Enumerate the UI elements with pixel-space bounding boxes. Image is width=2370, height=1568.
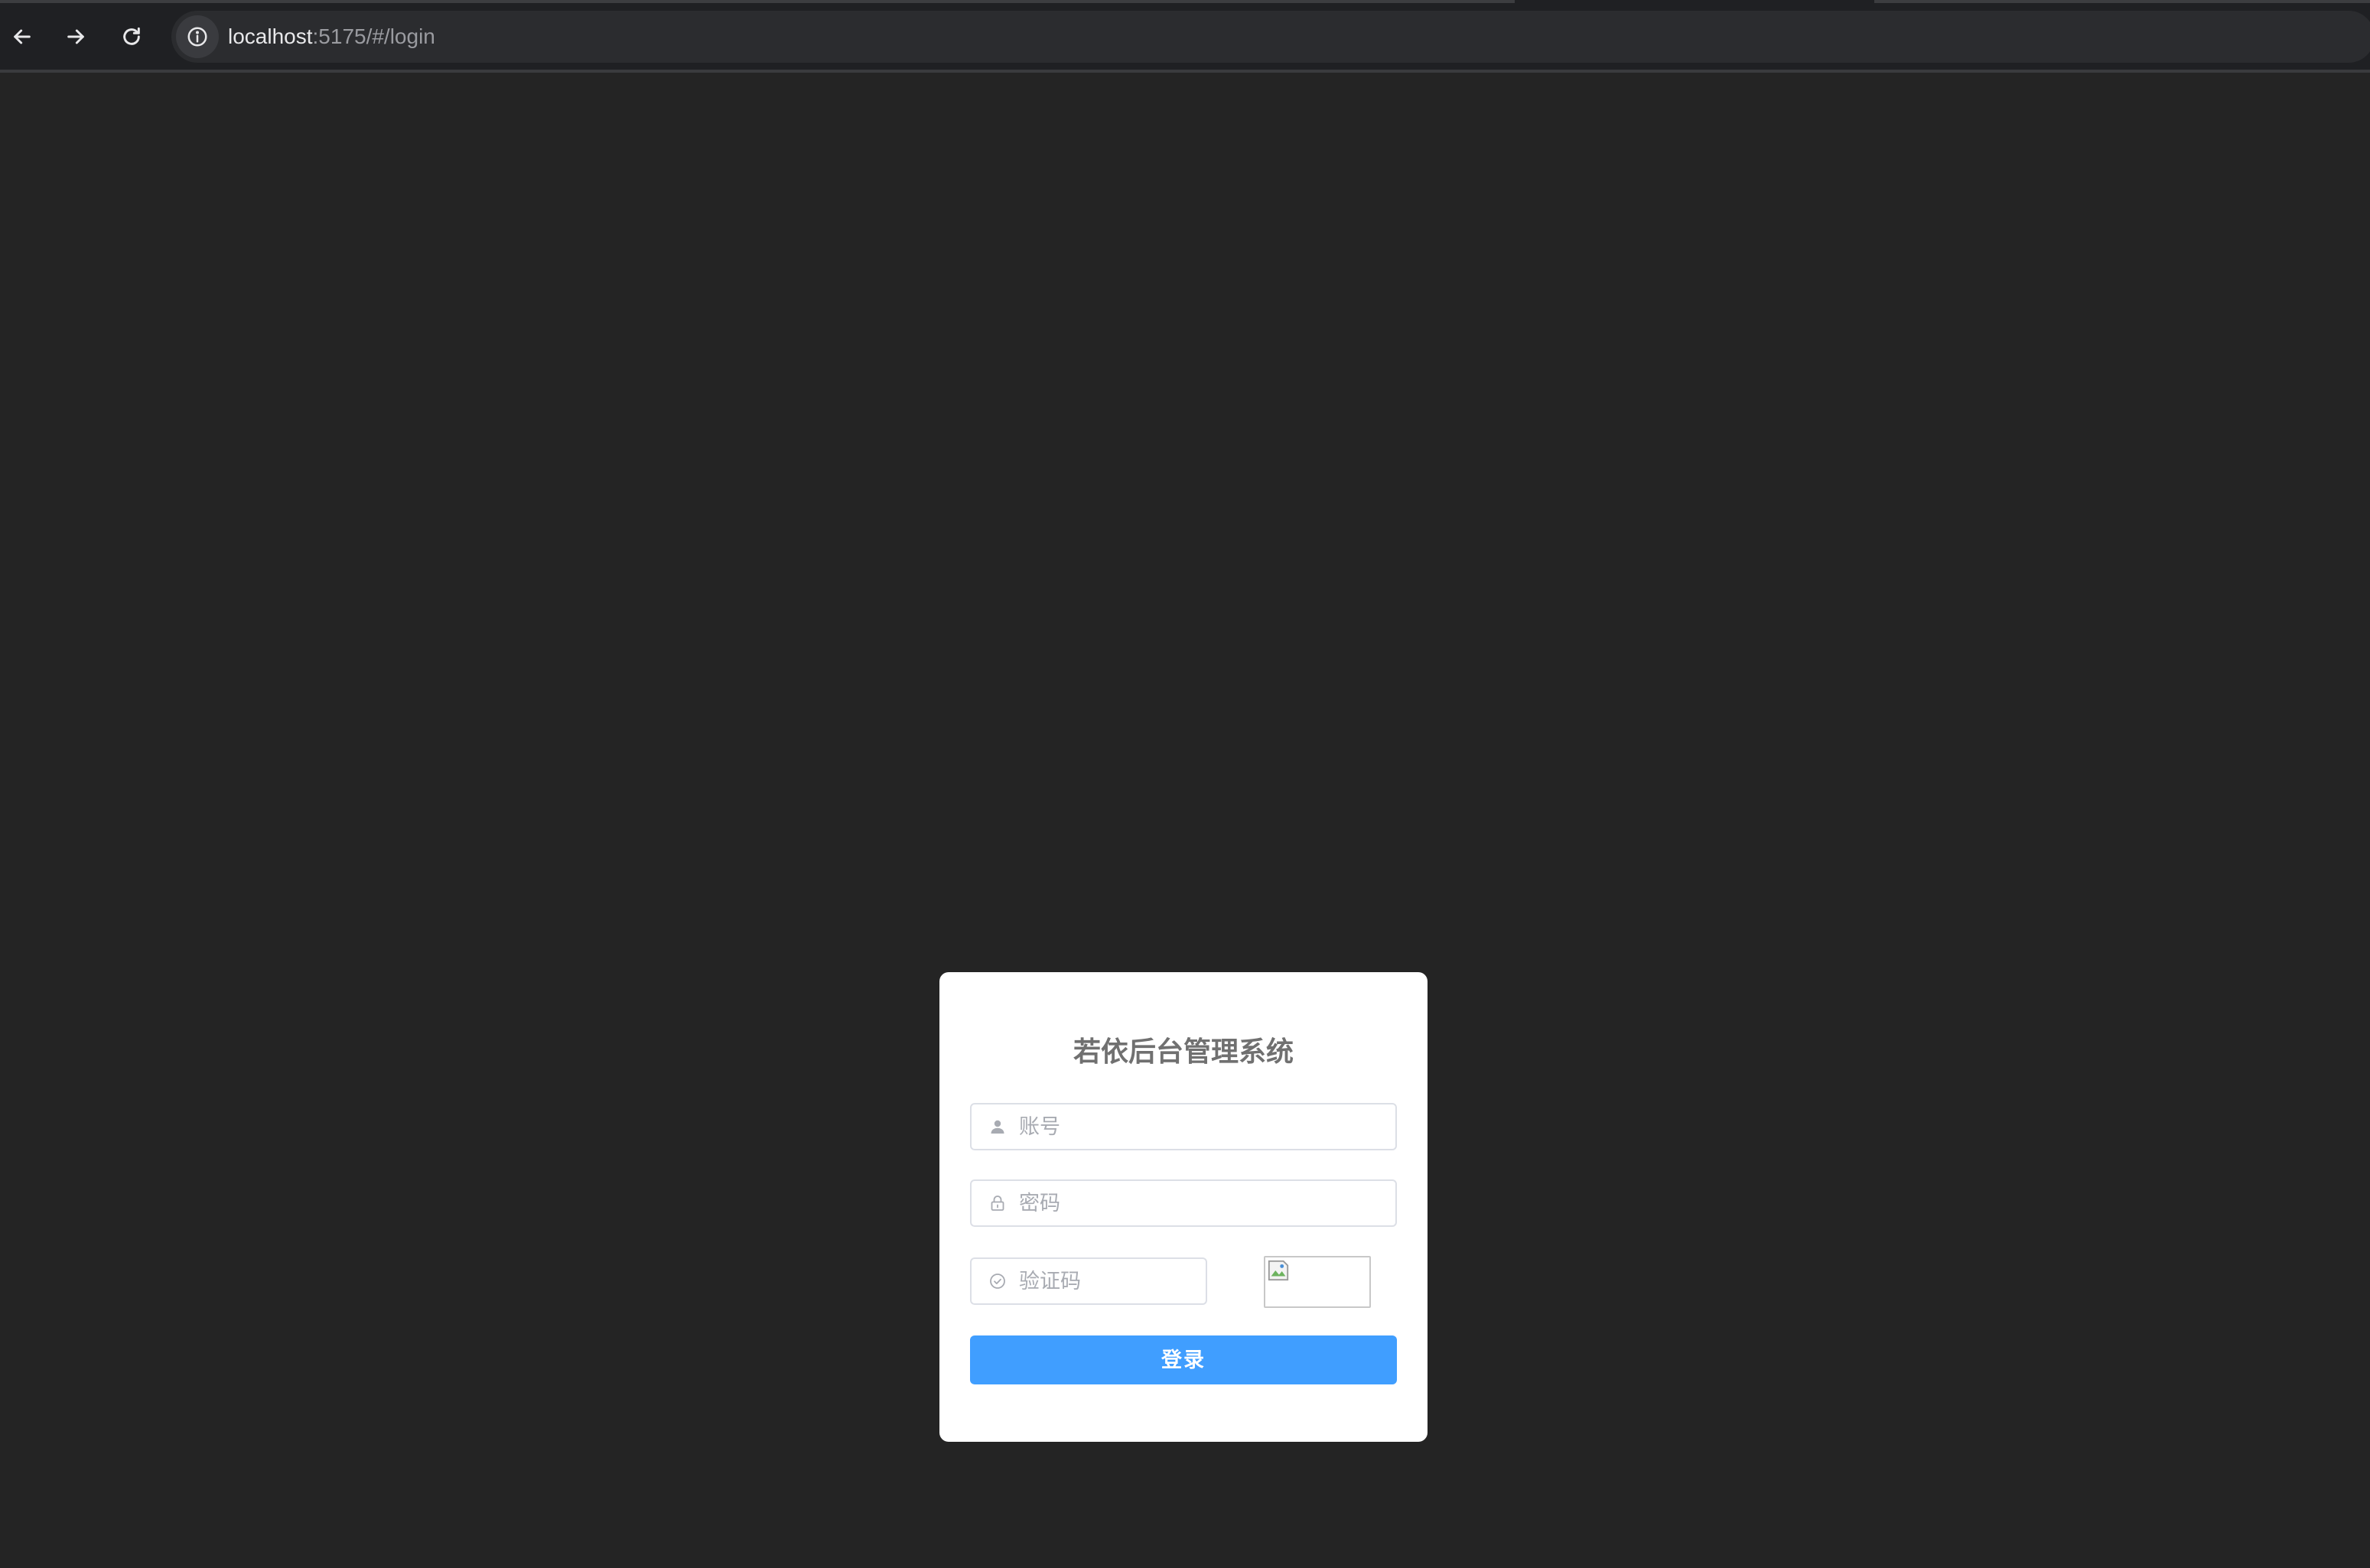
reload-icon <box>123 27 140 45</box>
arrow-left-icon <box>14 29 31 44</box>
password-field[interactable] <box>970 1179 1397 1227</box>
arrow-right-icon <box>67 29 84 44</box>
circle-check-icon <box>988 1272 1007 1290</box>
login-form: 若依后台管理系统 账号 验证码 登录 <box>939 972 1428 1442</box>
url-path: :5175/#/login <box>312 24 435 48</box>
forward-button[interactable] <box>54 15 97 58</box>
site-info-button[interactable] <box>176 15 219 58</box>
username-field[interactable] <box>970 1103 1397 1150</box>
url-host: localhost <box>228 24 313 48</box>
user-icon <box>988 1117 1007 1136</box>
info-circle-icon <box>187 27 207 47</box>
login-title: 若依后台管理系统 <box>1073 1036 1294 1067</box>
address-bar[interactable]: localhost:5175/#/login <box>171 11 2370 63</box>
back-button[interactable] <box>1 15 44 58</box>
tab-strip-edge <box>0 0 2370 3</box>
username-input[interactable] <box>1019 1104 1395 1149</box>
captcha-input[interactable] <box>1019 1259 1206 1303</box>
reload-button[interactable] <box>110 15 153 58</box>
broken-image-icon <box>1268 1260 1289 1281</box>
captcha-field[interactable] <box>970 1257 1207 1305</box>
url-text[interactable]: localhost:5175/#/login <box>228 11 435 63</box>
login-button[interactable]: 登录 <box>970 1335 1397 1384</box>
lock-icon <box>988 1194 1007 1212</box>
password-input[interactable] <box>1019 1181 1395 1225</box>
browser-toolbar: localhost:5175/#/login <box>0 0 2370 73</box>
page-viewport: 若依后台管理系统 账号 验证码 登录 <box>0 73 2370 1568</box>
captcha-image[interactable] <box>1264 1256 1371 1308</box>
